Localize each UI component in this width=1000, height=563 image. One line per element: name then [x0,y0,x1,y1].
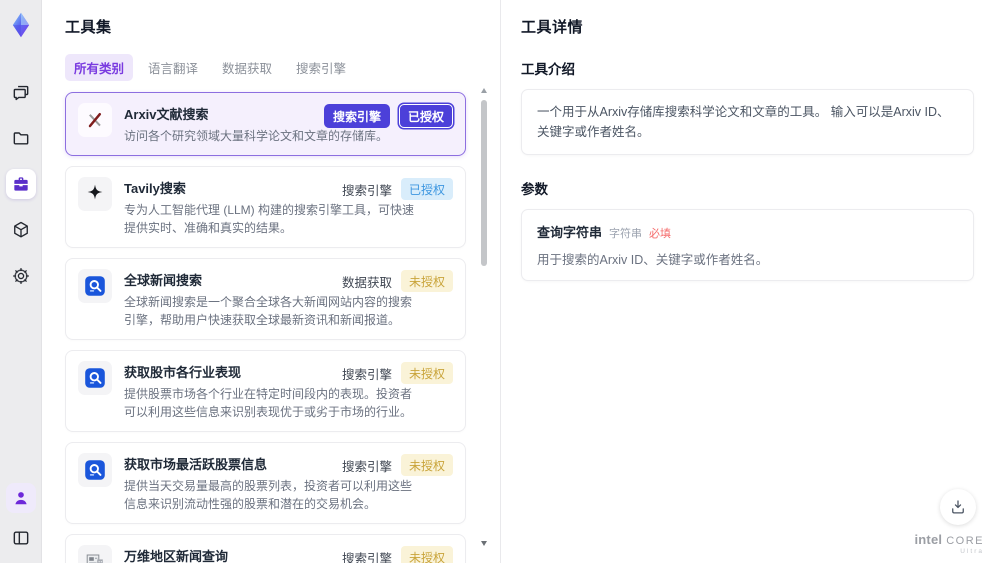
sidebar-item-settings[interactable] [6,261,36,291]
parameter-type: 字符串 [609,228,643,240]
tool-card[interactable]: Arxiv文献搜索 访问各个研究领域大量科学论文和文章的存储库。 搜索引擎 已授… [65,92,466,156]
newspaper-icon [78,545,112,563]
tool-intro-box: 一个用于从Arxiv存储库搜索科学论文和文章的工具。 输入可以是Arxiv ID… [521,89,974,155]
sidebar-item-account[interactable] [5,483,36,513]
news-search-icon [78,269,112,303]
details-panel-title: 工具详情 [521,19,584,36]
layout-panel-icon [13,531,28,545]
parameters-box: 查询字符串 字符串 必填 用于搜索的Arxiv ID、关键字或作者姓名。 [521,209,974,281]
tool-card[interactable]: 获取市场最活跃股票信息 提供当天交易量最高的股票列表，投资者可以利用这些信息来识… [65,442,466,524]
parameter-required-flag: 必填 [649,228,672,240]
tool-category-badge: 搜索引擎 [341,367,392,382]
tool-category-badge: 搜索引擎 [323,104,390,128]
download-icon [952,500,964,514]
tool-card[interactable]: 万维地区新闻查询 查询具体行政区划内的新闻，快速了解各地新闻动 搜索引擎 未授权 [65,534,466,563]
tool-details-panel: 工具详情 工具介绍 一个用于从Arxiv存储库搜索科学论文和文章的工具。 输入可… [500,0,1000,563]
tool-status-badge: 已授权 [398,104,453,128]
tool-card[interactable]: Tavily搜索 专为人工智能代理 (LLM) 构建的搜索引擎工具，可快速提供实… [65,166,466,248]
tools-panel-title: 工具集 [65,19,112,36]
category-tab-语言翻译[interactable]: 语言翻译 [139,54,207,81]
tool-description: 访问各个研究领域大量科学论文和文章的存储库。 [124,129,389,143]
category-tabs: 所有类别 语言翻译 数据获取 搜索引擎 [65,54,466,81]
scrollbar[interactable] [480,88,488,546]
tool-card[interactable]: 全球新闻搜索 全球新闻搜索是一个聚合全球各大新闻网站内容的搜索引擎，帮助用户快速… [65,258,466,340]
news-search-icon [78,453,112,487]
sidebar-item-panel-toggle[interactable] [6,523,36,553]
user-icon [14,492,27,505]
parameter-description: 用于搜索的Arxiv ID、关键字或作者姓名。 [537,253,769,267]
download-button[interactable] [940,489,976,525]
sidebar [0,0,42,563]
parameter-list: 查询字符串 字符串 必填 用于搜索的Arxiv ID、关键字或作者姓名。 [537,222,958,268]
tool-intro-text: 一个用于从Arxiv存储库搜索科学论文和文章的工具。 输入可以是Arxiv ID… [537,105,950,139]
tool-category-badge: 搜索引擎 [341,459,392,474]
tool-category-badge: 搜索引擎 [341,551,392,563]
chat-icon [13,85,28,101]
category-tab-所有类别[interactable]: 所有类别 [65,54,134,81]
parameter-item: 查询字符串 字符串 必填 用于搜索的Arxiv ID、关键字或作者姓名。 [537,222,958,268]
tool-status-badge: 未授权 [400,454,453,476]
gem-logo-icon [7,11,35,39]
tool-category-badge: 搜索引擎 [341,183,392,198]
params-heading: 参数 [521,182,548,197]
tools-panel: 工具集 所有类别 语言翻译 数据获取 搜索引擎 Arxiv文献搜索 访问各个研究… [42,0,500,563]
tool-status-badge: 未授权 [400,362,453,384]
briefcase-icon [13,177,28,191]
parameter-name: 查询字符串 [537,225,603,240]
tool-category-badge: 数据获取 [341,275,392,290]
tool-description: 全球新闻搜索是一个聚合全球各大新闻网站内容的搜索引擎，帮助用户快速获取全球最新资… [124,295,413,327]
tavily-star-icon [78,177,112,211]
intel-core-logo: intel CORE Ultra [914,531,984,555]
tool-card[interactable]: 获取股市各行业表现 提供股票市场各个行业在特定时间段内的表现。投资者可以利用这些… [65,350,466,432]
tool-description: 提供当天交易量最高的股票列表，投资者可以利用这些信息来识别流动性强的股票和潜在的… [124,479,413,511]
folder-icon [13,132,28,145]
tool-status-badge: 未授权 [400,546,453,563]
tool-list: Arxiv文献搜索 访问各个研究领域大量科学论文和文章的存储库。 搜索引擎 已授… [65,92,466,563]
sidebar-item-files[interactable] [6,123,36,153]
cube-icon [13,221,28,238]
tool-status-badge: 未授权 [400,270,453,292]
news-search-icon [78,361,112,395]
scroll-down-arrow-icon[interactable] [481,541,487,546]
intro-heading: 工具介绍 [521,62,575,77]
category-tab-数据获取[interactable]: 数据获取 [213,54,281,81]
tool-description: 提供股票市场各个行业在特定时间段内的表现。投资者可以利用这些信息来识别表现优于或… [124,387,413,419]
gear-icon [12,268,29,284]
sidebar-item-models[interactable] [6,215,36,245]
arxiv-logo-icon [78,103,112,137]
sidebar-item-tools[interactable] [5,169,36,199]
tool-description: 专为人工智能代理 (LLM) 构建的搜索引擎工具，可快速提供实时、准确和真实的结… [124,203,415,235]
category-tab-搜索引擎[interactable]: 搜索引擎 [287,54,355,81]
scrollbar-thumb[interactable] [481,100,487,266]
tool-status-badge: 已授权 [400,178,453,200]
sidebar-item-chat[interactable] [6,77,36,107]
scroll-up-arrow-icon[interactable] [481,88,487,93]
